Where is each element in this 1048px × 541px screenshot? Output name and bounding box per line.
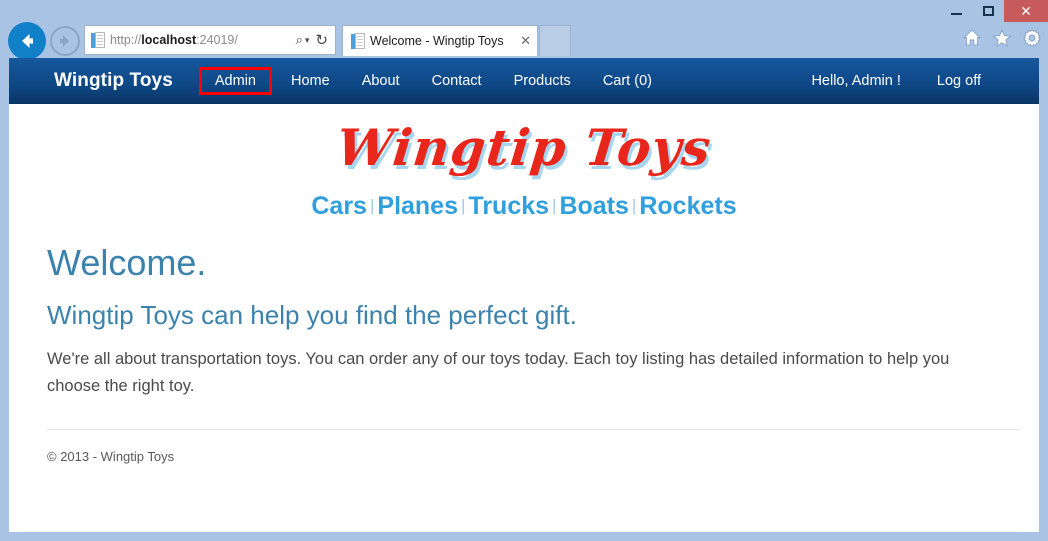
category-links: Cars | Planes | Trucks | Boats | Rockets: [9, 192, 1039, 221]
minimize-icon: [950, 13, 962, 15]
greeting-link[interactable]: Hello, Admin !: [793, 67, 918, 95]
close-window-button[interactable]: ✕: [1004, 0, 1048, 22]
category-separator: |: [631, 196, 637, 215]
browser-command-icons: [962, 28, 1042, 48]
new-tab-button[interactable]: [539, 25, 571, 56]
site-nav-links: Admin Home About Contact Products Cart (…: [198, 67, 668, 95]
category-link-trucks[interactable]: Trucks: [468, 192, 549, 220]
back-arrow-icon: [22, 34, 33, 48]
maximize-icon: [982, 6, 994, 16]
main-content: Welcome. Wingtip Toys can help you find …: [9, 243, 1039, 464]
nav-link-about[interactable]: About: [346, 67, 416, 95]
forward-arrow-icon: [60, 35, 70, 47]
page-title: Welcome.: [47, 242, 207, 283]
content-divider: [47, 429, 1019, 431]
page-document-icon: [91, 32, 105, 48]
category-link-rockets[interactable]: Rockets: [639, 192, 736, 220]
site-nav-account: Hello, Admin ! Log off: [793, 67, 999, 95]
minimize-button[interactable]: [940, 0, 972, 22]
tab-close-icon[interactable]: ✕: [514, 33, 531, 49]
log-off-link[interactable]: Log off: [919, 67, 999, 95]
page-subtitle: Wingtip Toys can help you find the perfe…: [47, 299, 577, 330]
address-bar[interactable]: http://localhost:24019/ ⌕ ▾ ↻: [84, 25, 336, 55]
forward-button[interactable]: [50, 26, 80, 56]
nav-link-contact[interactable]: Contact: [416, 67, 498, 95]
page-footer: © 2013 - Wingtip Toys: [47, 449, 175, 465]
home-icon[interactable]: [962, 28, 982, 48]
category-separator: |: [461, 196, 466, 215]
refresh-icon[interactable]: ↻: [315, 31, 328, 49]
browser-tab[interactable]: Welcome - Wingtip Toys ✕: [342, 25, 538, 56]
search-icon[interactable]: ⌕: [296, 32, 303, 48]
browser-toolbar: http://localhost:24019/ ⌕ ▾ ↻ Welcome - …: [0, 22, 1048, 60]
tab-page-icon: [351, 33, 365, 49]
url-text: http://localhost:24019/: [110, 33, 293, 47]
window-title-bar: ✕: [0, 0, 1048, 22]
nav-link-home[interactable]: Home: [275, 67, 346, 95]
url-scheme: http://: [110, 33, 142, 47]
url-rest: :24019/: [196, 33, 238, 47]
category-link-boats[interactable]: Boats: [559, 192, 628, 220]
settings-gear-icon[interactable]: [1022, 28, 1042, 48]
chevron-down-icon[interactable]: ▾: [305, 35, 310, 46]
tab-title: Welcome - Wingtip Toys: [370, 34, 504, 48]
site-brand[interactable]: Wingtip Toys: [54, 70, 173, 92]
browser-window: ✕ http://localhost:24019/ ⌕ ▾ ↻ Welcome …: [0, 0, 1048, 541]
category-link-cars[interactable]: Cars: [311, 192, 367, 220]
nav-link-cart[interactable]: Cart (0): [587, 67, 668, 95]
category-separator: |: [552, 196, 557, 215]
category-separator: |: [369, 196, 375, 215]
url-host: localhost: [141, 33, 197, 47]
favorites-star-icon[interactable]: [992, 28, 1012, 48]
back-button[interactable]: [8, 22, 46, 60]
page-viewport: Wingtip Toys Admin Home About Contact Pr…: [9, 58, 1039, 532]
wingtip-toys-logo: Wingtip Toys: [333, 118, 715, 177]
nav-link-admin[interactable]: Admin: [198, 67, 272, 95]
site-navbar: Wingtip Toys Admin Home About Contact Pr…: [9, 58, 1039, 104]
page-body-text: We're all about transportation toys. You…: [47, 350, 950, 395]
maximize-button[interactable]: [972, 0, 1004, 22]
category-link-planes[interactable]: Planes: [377, 192, 458, 220]
nav-link-products[interactable]: Products: [498, 67, 587, 95]
close-icon: ✕: [1020, 3, 1032, 19]
logo-container: Wingtip Toys: [9, 118, 1039, 180]
